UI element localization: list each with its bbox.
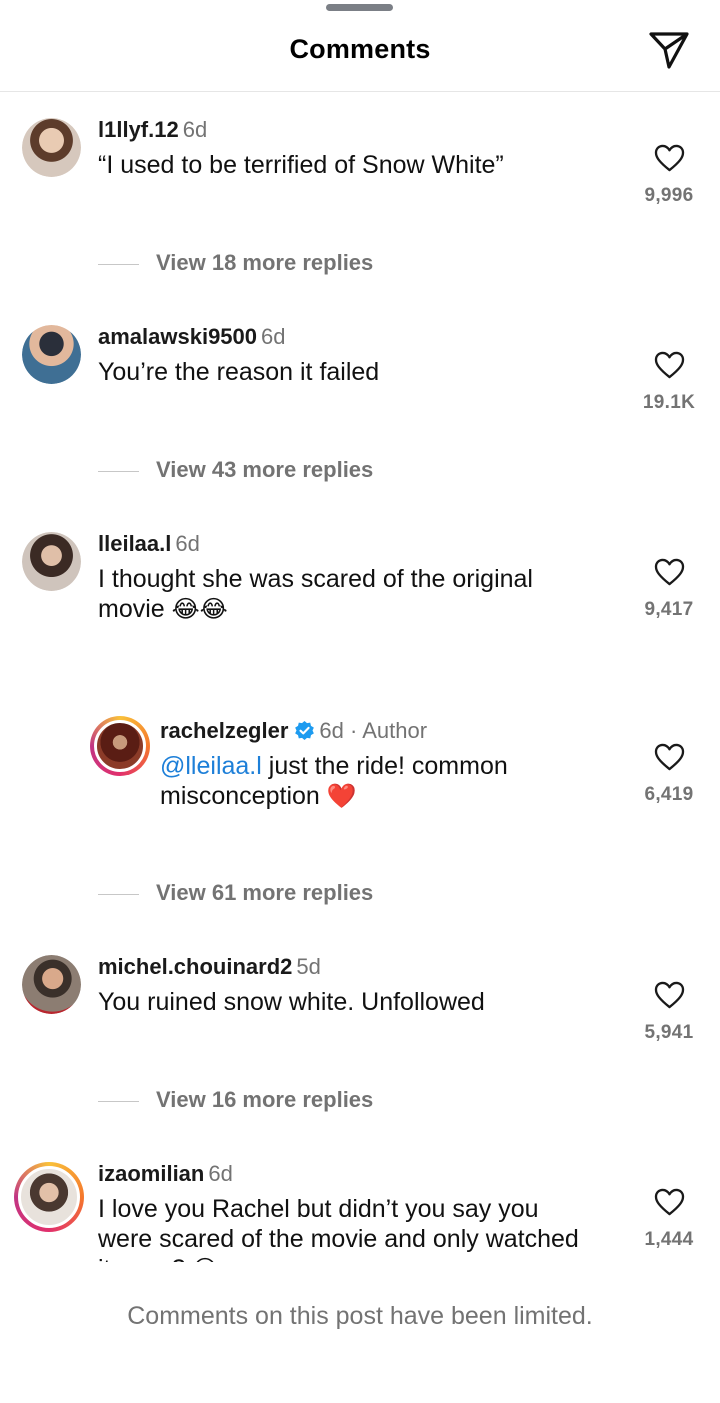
comment-text: I thought she was scared of the original… — [98, 564, 598, 624]
heart-outline-icon[interactable] — [654, 981, 685, 1009]
comment-text: I love you Rachel but didn’t you say you… — [98, 1194, 598, 1262]
mention-link[interactable]: @lleilaa.l — [160, 752, 262, 780]
comment-meta: amalawski9500 6d — [98, 324, 286, 350]
heart-outline-icon[interactable] — [654, 144, 685, 172]
comment-text: @lleilaa.l just the ride! common misconc… — [160, 751, 590, 811]
comments-limited-footer: Comments on this post have been limited. — [0, 1262, 720, 1403]
comment-text: You’re the reason it failed — [98, 358, 380, 386]
heart-outline-icon[interactable] — [654, 351, 685, 379]
like-count: 9,417 — [644, 599, 694, 620]
like-control: 1,444 — [638, 1188, 700, 1251]
view-replies-label: View 16 more replies — [156, 1087, 374, 1112]
timestamp: 6d — [261, 324, 286, 349]
page-title: Comments — [289, 34, 431, 64]
heart-outline-icon[interactable] — [654, 743, 685, 771]
like-count: 9,996 — [644, 185, 694, 206]
red-heart-emoji: ❤️ — [326, 782, 357, 810]
username[interactable]: l1llyf.12 — [98, 117, 179, 142]
comment-meta: michel.chouinard2 5d — [98, 954, 321, 980]
username[interactable]: izaomilian — [98, 1161, 204, 1186]
timestamp: 6d — [175, 531, 200, 556]
avatar-image — [22, 325, 81, 384]
timestamp: 5d — [296, 954, 321, 979]
comment-text: “I used to be terrified of Snow White” — [98, 151, 504, 179]
verified-badge-icon — [295, 720, 315, 741]
comment-meta: izaomilian 6d — [98, 1161, 233, 1187]
like-count: 6,419 — [644, 784, 694, 805]
comment-text: You ruined snow white. Unfollowed — [98, 988, 485, 1016]
like-control: 9,417 — [638, 558, 700, 621]
username[interactable]: michel.chouinard2 — [98, 954, 292, 979]
like-count: 1,444 — [644, 1229, 694, 1250]
username[interactable]: lleilaa.l — [98, 531, 171, 556]
paper-plane-icon[interactable] — [648, 30, 690, 70]
like-control: 9,996 — [638, 144, 700, 207]
comment-meta: rachelzegler 6d · Author — [160, 718, 427, 744]
view-replies-label: View 43 more replies — [156, 457, 374, 482]
replies-divider — [98, 264, 139, 265]
like-count: 5,941 — [644, 1022, 694, 1043]
comment-meta: l1llyf.12 6d — [98, 117, 207, 143]
sweat-smile-emoji: 😅 — [193, 1255, 218, 1262]
avatar-image — [22, 532, 81, 591]
like-control: 6,419 — [638, 743, 700, 806]
avatar[interactable] — [22, 532, 81, 591]
avatar-image — [94, 720, 146, 772]
timestamp: 6d — [208, 1161, 233, 1186]
username[interactable]: rachelzegler — [160, 718, 288, 743]
timestamp: 6d — [319, 718, 344, 743]
comments-limited-notice: Comments on this post have been limited. — [127, 1302, 593, 1330]
heart-outline-icon[interactable] — [654, 1188, 685, 1216]
replies-divider — [98, 894, 139, 895]
username[interactable]: amalawski9500 — [98, 324, 257, 349]
avatar[interactable] — [14, 1162, 84, 1232]
timestamp: 6d — [182, 117, 208, 142]
like-count: 19.1K — [642, 392, 696, 413]
laughing-emoji: 😂😂 — [171, 595, 228, 623]
replies-divider — [98, 1101, 139, 1102]
heart-outline-icon[interactable] — [654, 558, 685, 586]
avatar-image — [22, 118, 81, 177]
avatar[interactable] — [22, 955, 81, 1014]
avatar-image — [18, 1166, 80, 1228]
avatar[interactable] — [22, 325, 81, 384]
like-control: 19.1K — [638, 351, 700, 414]
comment-text-content: I love you Rachel but didn’t you say you… — [98, 1195, 579, 1262]
view-replies-label: View 18 more replies — [156, 250, 374, 275]
author-label: · Author — [350, 718, 428, 743]
view-replies-label: View 61 more replies — [156, 880, 374, 905]
like-control: 5,941 — [638, 981, 700, 1044]
avatar[interactable] — [22, 118, 81, 177]
replies-divider — [98, 471, 139, 472]
comments-list[interactable]: l1llyf.12 6d “I used to be terrified of S… — [0, 92, 720, 1262]
avatar-image — [22, 955, 81, 1014]
comment-meta: lleilaa.l 6d — [98, 531, 200, 557]
avatar[interactable] — [90, 716, 150, 776]
comments-header: Comments — [0, 0, 720, 92]
comment-text-content: I thought she was scared of the original… — [98, 565, 533, 623]
